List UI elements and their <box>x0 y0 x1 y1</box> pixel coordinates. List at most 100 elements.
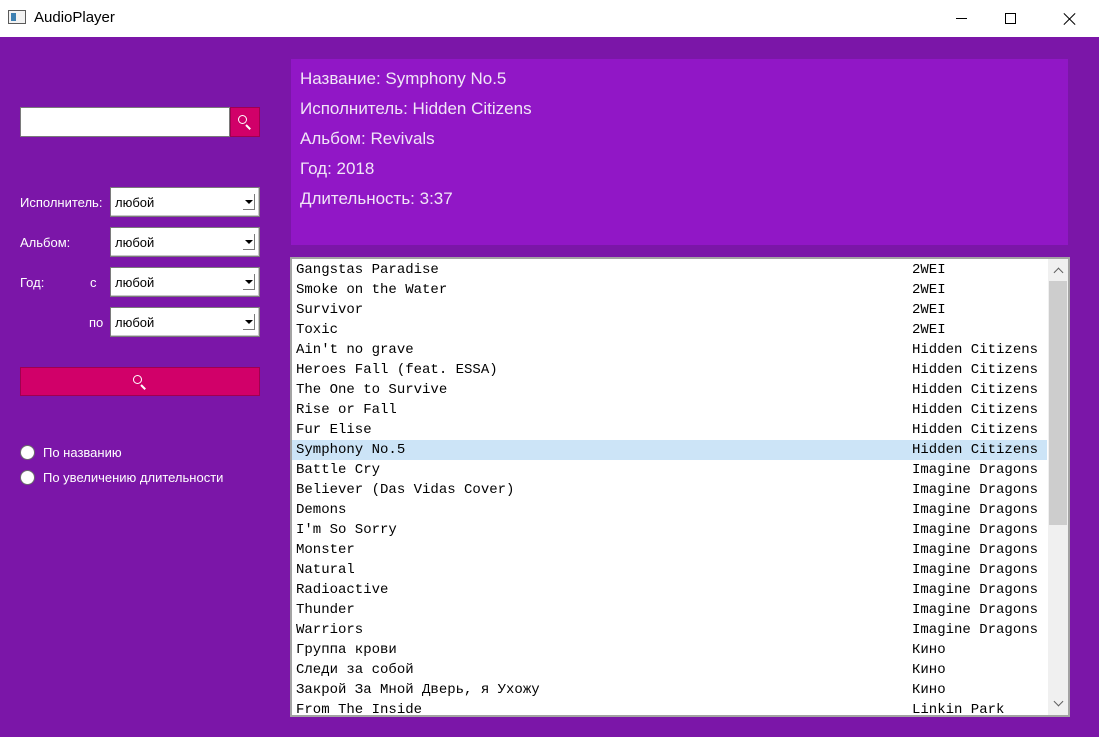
track-title-cell: I'm So Sorry <box>296 522 397 538</box>
year-filter-label: Год: <box>20 275 45 290</box>
track-artist-cell: Кино <box>912 662 946 678</box>
magnifier-icon <box>237 114 253 130</box>
title-bar: AudioPlayer <box>0 0 1099 37</box>
track-row[interactable]: Survivor 2WEI <box>292 300 1047 320</box>
track-title-cell: Symphony No.5 <box>296 442 406 458</box>
chevron-down-icon <box>243 234 255 250</box>
track-artist-cell: Hidden Citizens <box>912 342 1039 358</box>
track-title-cell: Группа крови <box>296 642 397 658</box>
track-title-cell: Thunder <box>296 602 355 618</box>
window-title: AudioPlayer <box>34 9 115 26</box>
track-row[interactable]: I'm So Sorry Imagine Dragons <box>292 520 1047 540</box>
vertical-scrollbar[interactable] <box>1048 259 1068 715</box>
track-row[interactable]: Группа крови Кино <box>292 640 1047 660</box>
album-filter-select[interactable]: любой <box>110 227 260 257</box>
track-info-panel: Название: Symphony No.5 Исполнитель: Hid… <box>291 59 1068 245</box>
track-title-cell: Demons <box>296 502 347 518</box>
sort-by-duration-radio[interactable]: По увеличению длительности <box>20 470 223 485</box>
track-title-cell: Radioactive <box>296 582 389 598</box>
track-title-cell: Ain't no grave <box>296 342 414 358</box>
track-row[interactable]: Natural Imagine Dragons <box>292 560 1047 580</box>
maximize-icon <box>1004 12 1016 24</box>
scroll-down-button[interactable] <box>1048 693 1068 713</box>
sort-by-title-radio[interactable]: По названию <box>20 445 122 460</box>
track-row[interactable]: Rise or Fall Hidden Citizens <box>292 400 1047 420</box>
album-filter-label: Альбом: <box>20 235 71 250</box>
track-row[interactable]: From The Inside Linkin Park <box>292 700 1047 717</box>
track-artist-cell: 2WEI <box>912 262 946 278</box>
track-artist-info: Исполнитель: Hidden Citizens <box>300 99 532 118</box>
track-title-cell: Battle Cry <box>296 462 381 478</box>
track-artist-cell: Linkin Park <box>912 702 1005 717</box>
artist-filter-select[interactable]: любой <box>110 187 260 217</box>
track-artist-cell: Hidden Citizens <box>912 422 1039 438</box>
track-row[interactable]: Demons Imagine Dragons <box>292 500 1047 520</box>
artist-filter-label: Исполнитель: <box>20 195 103 210</box>
track-row[interactable]: Believer (Das Vidas Cover) Imagine Dragon… <box>292 480 1047 500</box>
track-year-info: Год: 2018 <box>300 159 375 178</box>
main-window: Исполнитель: любой Альбом: любой Год: с … <box>0 37 1099 737</box>
apply-filter-button[interactable] <box>20 367 260 396</box>
year-from-select[interactable]: любой <box>110 267 260 297</box>
sort-by-duration-label: По увеличению длительности <box>43 470 224 485</box>
chevron-up-icon <box>1053 267 1063 277</box>
year-to-value: любой <box>115 315 155 330</box>
track-row[interactable]: Monster Imagine Dragons <box>292 540 1047 560</box>
minimize-icon <box>955 17 967 19</box>
sort-by-title-label: По названию <box>43 445 122 460</box>
track-row[interactable]: Toxic 2WEI <box>292 320 1047 340</box>
track-title-cell: Heroes Fall (feat. ESSA) <box>296 362 498 378</box>
track-title-cell: Warriors <box>296 622 364 638</box>
track-list[interactable]: Gangstas Paradise 2WEI Smoke on the Water 2… <box>290 257 1070 717</box>
chevron-down-icon <box>1053 696 1063 706</box>
chevron-down-icon <box>243 314 255 330</box>
search-button[interactable] <box>230 107 260 137</box>
close-button[interactable] <box>1046 0 1092 36</box>
track-row[interactable]: Закрой За Мной Дверь, я Ухожу Кино <box>292 680 1047 700</box>
track-title-cell: Rise or Fall <box>296 402 397 418</box>
track-title-cell: Survivor <box>296 302 364 318</box>
track-artist-cell: Кино <box>912 682 946 698</box>
track-row[interactable]: Warriors Imagine Dragons <box>292 620 1047 640</box>
track-title-cell: From The Inside <box>296 702 423 717</box>
track-row[interactable]: Gangstas Paradise 2WEI <box>292 260 1047 280</box>
track-title-cell: Monster <box>296 542 355 558</box>
minimize-button[interactable] <box>938 0 984 36</box>
track-row[interactable]: Fur Elise Hidden Citizens <box>292 420 1047 440</box>
track-row[interactable]: Thunder Imagine Dragons <box>292 600 1047 620</box>
track-title-cell: Закрой За Мной Дверь, я Ухожу <box>296 682 540 698</box>
radio-circle[interactable] <box>20 445 35 460</box>
track-artist-cell: Imagine Dragons <box>912 502 1039 518</box>
year-to-label: по <box>89 315 104 330</box>
track-row[interactable]: Heroes Fall (feat. ESSA) Hidden Citizens <box>292 360 1047 380</box>
year-from-label: с <box>90 275 97 290</box>
track-row[interactable]: Radioactive Imagine Dragons <box>292 580 1047 600</box>
artist-filter-value: любой <box>115 195 155 210</box>
track-artist-cell: Imagine Dragons <box>912 462 1039 478</box>
year-to-select[interactable]: любой <box>110 307 260 337</box>
track-title-cell: Следи за собой <box>296 662 414 678</box>
track-artist-cell: Imagine Dragons <box>912 542 1039 558</box>
search-input[interactable] <box>20 107 230 137</box>
track-artist-cell: 2WEI <box>912 302 946 318</box>
track-row[interactable]: The One to Survive Hidden Citizens <box>292 380 1047 400</box>
radio-circle[interactable] <box>20 470 35 485</box>
year-from-value: любой <box>115 275 155 290</box>
track-title-info: Название: Symphony No.5 <box>300 69 507 88</box>
track-artist-cell: Imagine Dragons <box>912 622 1039 638</box>
chevron-down-icon <box>243 274 255 290</box>
track-album-info: Альбом: Revivals <box>300 129 435 148</box>
track-artist-cell: 2WEI <box>912 322 946 338</box>
track-row[interactable]: Ain't no grave Hidden Citizens <box>292 340 1047 360</box>
track-title-cell: Believer (Das Vidas Cover) <box>296 482 515 498</box>
track-row[interactable]: Battle Cry Imagine Dragons <box>292 460 1047 480</box>
track-artist-cell: Hidden Citizens <box>912 382 1039 398</box>
track-row[interactable]: Smoke on the Water 2WEI <box>292 280 1047 300</box>
track-row[interactable]: Следи за собой Кино <box>292 660 1047 680</box>
track-title-cell: Fur Elise <box>296 422 372 438</box>
scrollbar-thumb[interactable] <box>1049 281 1067 525</box>
track-artist-cell: Imagine Dragons <box>912 522 1039 538</box>
maximize-button[interactable] <box>987 0 1033 36</box>
scroll-up-button[interactable] <box>1048 260 1068 280</box>
track-row[interactable]: Symphony No.5 Hidden Citizens <box>292 440 1047 460</box>
